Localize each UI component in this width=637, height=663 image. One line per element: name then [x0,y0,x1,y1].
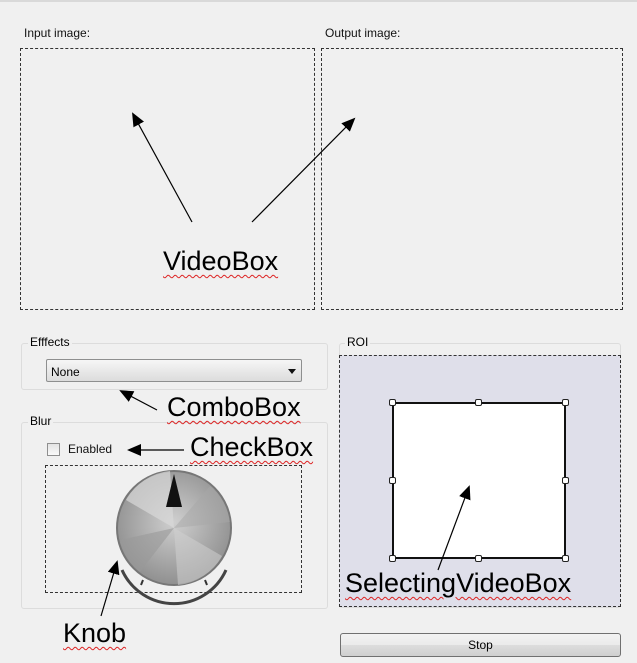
output-video-box[interactable] [321,48,623,310]
annotation-knob: Knob [63,618,127,648]
effects-combobox-value: None [51,365,80,379]
annotation-arrow-icon [119,390,158,411]
selection-handle-left[interactable] [389,477,396,484]
selection-handle-bottom[interactable] [475,555,482,562]
stop-button[interactable]: Stop [340,633,621,657]
effects-group-title: Efffects [28,335,72,349]
effects-combobox[interactable]: None [46,359,302,382]
selection-handle-top[interactable] [475,399,482,406]
selection-handle-top-left[interactable] [389,399,396,406]
annotation-videobox: VideoBox [163,246,279,276]
output-image-label: Output image: [325,26,401,40]
selection-handle-bottom-left[interactable] [389,555,396,562]
top-border [0,0,637,2]
dropdown-arrow-icon [288,369,296,374]
annotation-combobox: ComboBox [167,392,301,422]
blur-enabled-checkbox[interactable] [47,443,60,456]
roi-group-title: ROI [345,335,371,349]
annotation-selecting-videobox: SelectingVideoBox [345,568,572,598]
selection-handle-bottom-right[interactable] [562,555,569,562]
selection-handle-top-right[interactable] [562,399,569,406]
blur-group-title: Blur [28,414,54,428]
roi-selection-rectangle[interactable] [392,402,566,559]
blur-enabled-label: Enabled [68,442,113,456]
input-image-label: Input image: [24,26,91,40]
selection-handle-right[interactable] [562,477,569,484]
annotation-checkbox: CheckBox [190,432,314,462]
